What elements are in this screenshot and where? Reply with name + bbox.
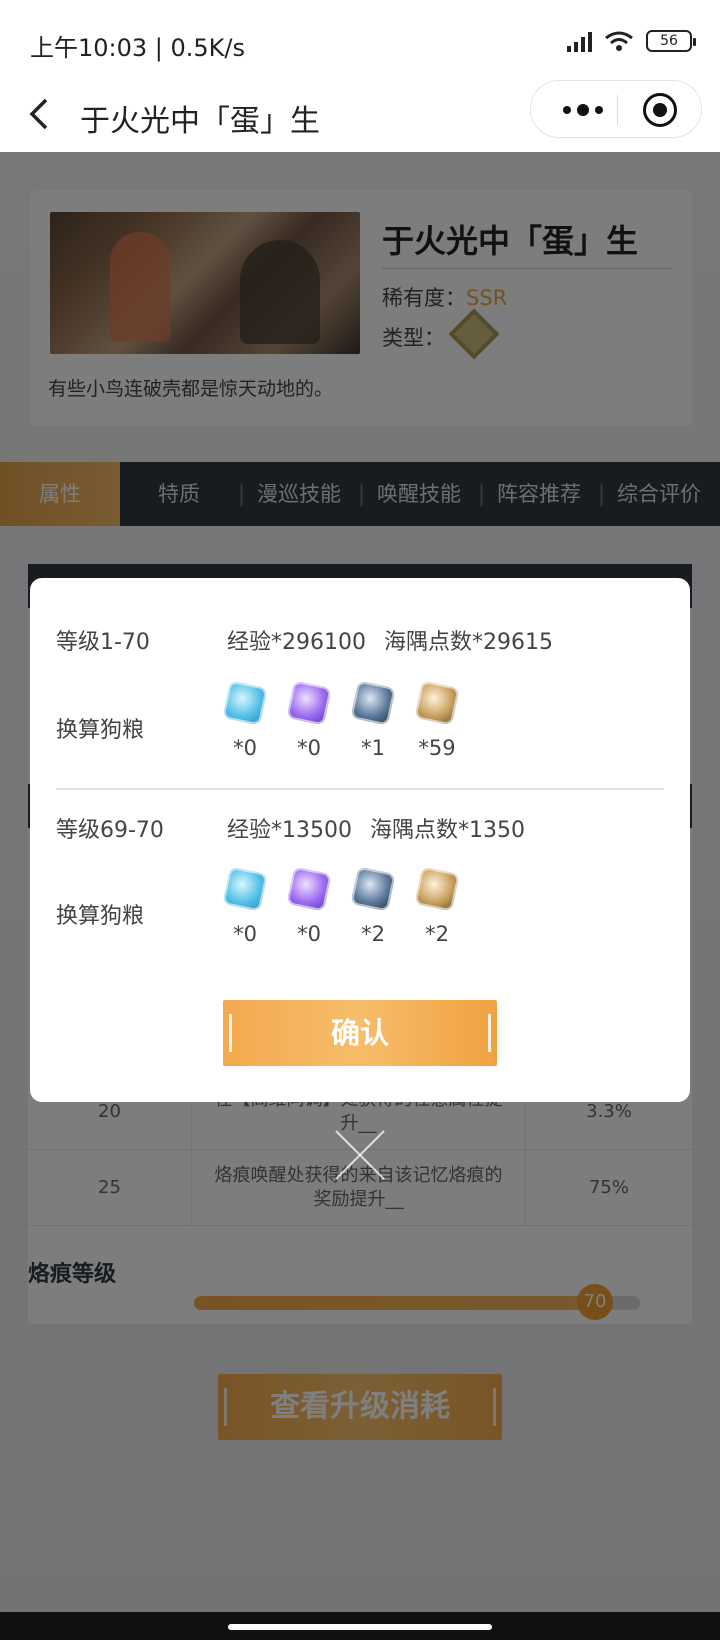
blue-crystal-icon bbox=[222, 680, 268, 726]
signal-icon bbox=[567, 30, 592, 52]
level-range: 等级1-70 bbox=[56, 630, 150, 655]
food-qty: *0 bbox=[233, 736, 257, 760]
exp-cost: 经验*296100 bbox=[227, 630, 366, 655]
dark-crystal-icon bbox=[350, 680, 396, 726]
food-items: *0 *0 *2 *2 bbox=[222, 866, 460, 946]
battery-icon: 56 bbox=[646, 30, 696, 52]
title-bar: 于火光中「蛋」生 bbox=[0, 80, 720, 152]
exp-cost: 经验*13500 bbox=[227, 818, 352, 843]
status-icons: 56 bbox=[567, 30, 696, 52]
upgrade-cost-modal: 等级1-70 经验*296100 海隅点数*29615 换算狗粮 *0 *0 *1… bbox=[30, 578, 690, 1102]
more-button[interactable] bbox=[553, 97, 613, 123]
purple-crystal-icon bbox=[286, 680, 332, 726]
dot-icon bbox=[595, 106, 603, 114]
cost-line: 经验*13500 海隅点数*1350 bbox=[227, 812, 525, 844]
close-icon[interactable] bbox=[330, 1125, 390, 1185]
food-label: 换算狗粮 bbox=[56, 718, 145, 743]
wifi-icon bbox=[605, 31, 633, 51]
capsule-divider bbox=[617, 95, 618, 125]
food-item: *0 bbox=[286, 866, 332, 946]
status-time: 上午10:03 | 0.5K/s bbox=[30, 34, 246, 62]
purple-crystal-icon bbox=[286, 866, 332, 912]
gold-crystal-icon bbox=[414, 866, 460, 912]
level-range: 等级69-70 bbox=[56, 818, 164, 843]
blue-crystal-icon bbox=[222, 866, 268, 912]
status-bar: 上午10:03 | 0.5K/s 56 bbox=[0, 0, 720, 80]
dot-icon bbox=[563, 106, 571, 114]
food-qty: *59 bbox=[418, 736, 456, 760]
confirm-button[interactable]: 确认 bbox=[223, 1000, 497, 1066]
food-qty: *0 bbox=[233, 922, 257, 946]
food-qty: *2 bbox=[361, 922, 385, 946]
dot-icon bbox=[577, 104, 589, 116]
dark-crystal-icon bbox=[350, 866, 396, 912]
food-item: *1 bbox=[350, 680, 396, 760]
chevron-left-icon bbox=[29, 98, 48, 130]
cost-line: 经验*296100 海隅点数*29615 bbox=[227, 624, 553, 656]
food-qty: *0 bbox=[297, 736, 321, 760]
page-title: 于火光中「蛋」生 bbox=[80, 104, 320, 139]
food-label: 换算狗粮 bbox=[56, 904, 145, 929]
food-item: *2 bbox=[414, 866, 460, 946]
food-item: *0 bbox=[286, 680, 332, 760]
food-item: *59 bbox=[414, 680, 460, 760]
home-indicator[interactable] bbox=[228, 1624, 492, 1630]
points-cost: 海隅点数*29615 bbox=[383, 630, 553, 655]
food-qty: *1 bbox=[361, 736, 385, 760]
close-miniapp-button[interactable] bbox=[643, 93, 677, 127]
miniapp-capsule bbox=[530, 80, 702, 138]
food-qty: *0 bbox=[297, 922, 321, 946]
food-item: *0 bbox=[222, 866, 268, 946]
back-button[interactable] bbox=[24, 94, 64, 138]
gold-crystal-icon bbox=[414, 680, 460, 726]
food-items: *0 *0 *1 *59 bbox=[222, 680, 460, 760]
food-item: *2 bbox=[350, 866, 396, 946]
food-qty: *2 bbox=[425, 922, 449, 946]
food-item: *0 bbox=[222, 680, 268, 760]
divider bbox=[56, 788, 664, 790]
points-cost: 海隅点数*1350 bbox=[370, 818, 525, 843]
